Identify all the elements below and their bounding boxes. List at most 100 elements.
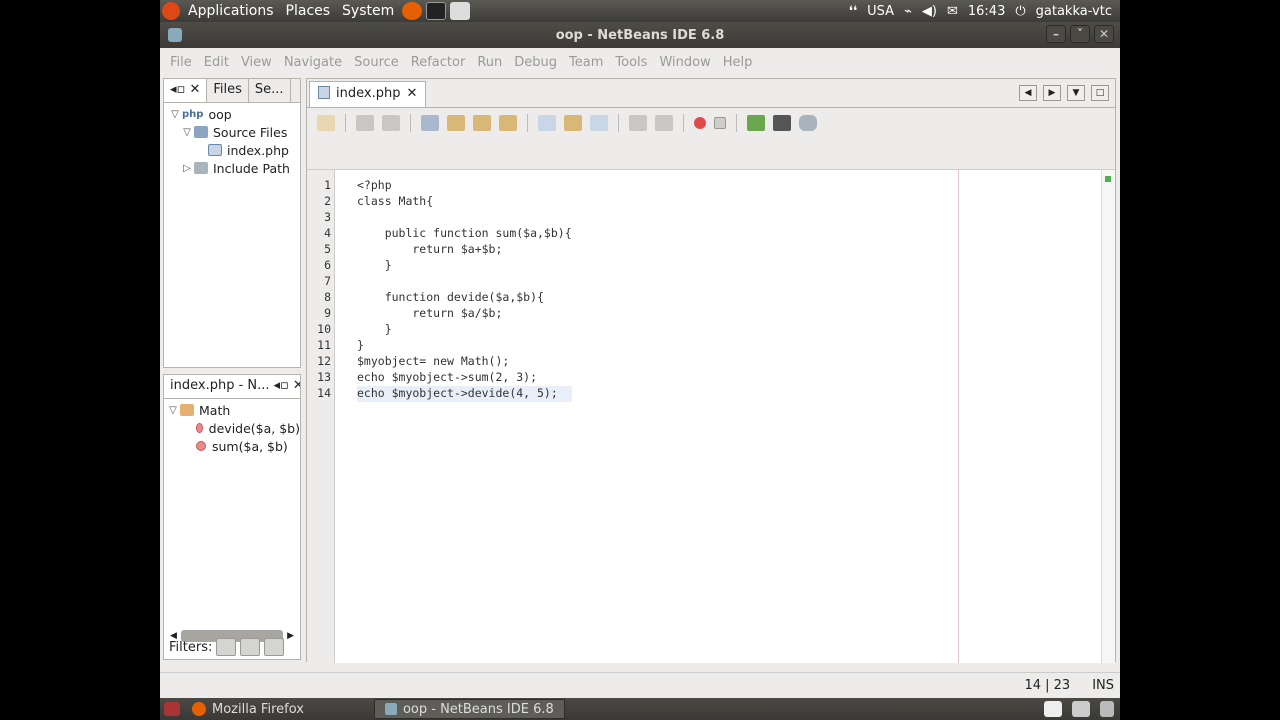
code-line[interactable] <box>357 274 572 290</box>
stop-macro-icon[interactable] <box>714 116 726 129</box>
comment-icon[interactable] <box>747 114 765 131</box>
code-line[interactable]: class Math{ <box>357 194 572 210</box>
code-line[interactable]: echo $myobject->devide(4, 5); <box>357 386 572 402</box>
menu-debug[interactable]: Debug <box>508 55 563 70</box>
close-tab-icon[interactable]: ✕ <box>406 86 417 107</box>
ubuntu-logo-icon[interactable] <box>162 2 180 20</box>
code-lines[interactable]: <?php class Math{ public function sum($a,… <box>357 178 572 402</box>
code-line[interactable]: public function sum($a,$b){ <box>357 226 572 242</box>
menu-view[interactable]: View <box>235 55 278 70</box>
expand-arrow-icon[interactable]: ▽ <box>166 405 180 416</box>
mail-icon[interactable]: ✉ <box>947 4 958 19</box>
code-line[interactable] <box>357 210 572 226</box>
start-macro-icon[interactable] <box>694 116 706 129</box>
clock[interactable]: 16:43 <box>968 4 1005 19</box>
uncomment-icon[interactable] <box>773 114 791 131</box>
code-line[interactable]: return $a/$b; <box>357 306 572 322</box>
text-editor-launcher-icon[interactable] <box>450 2 471 20</box>
show-opened-documents-icon[interactable]: ▼ <box>1067 85 1085 101</box>
tab-services[interactable]: Se... <box>249 79 291 102</box>
tree-item-method[interactable]: sum($a, $b) <box>166 437 300 455</box>
forward-icon[interactable] <box>382 114 400 131</box>
previous-bookmark-icon[interactable] <box>538 114 556 131</box>
pane-minimize-icon[interactable]: ◂▫ <box>170 82 185 97</box>
shift-left-icon[interactable] <box>629 114 647 131</box>
code-line[interactable]: } <box>357 258 572 274</box>
toggle-bookmark-icon[interactable] <box>590 114 608 131</box>
back-icon[interactable] <box>356 114 374 131</box>
filter-static-icon[interactable] <box>240 638 261 656</box>
tab-files[interactable]: Files <box>207 79 249 102</box>
filter-fields-icon[interactable] <box>216 638 237 656</box>
next-bookmark-icon[interactable] <box>564 114 582 131</box>
close-icon[interactable]: ✕ <box>189 82 200 97</box>
menu-window[interactable]: Window <box>653 55 716 70</box>
database-icon[interactable] <box>799 114 817 131</box>
maximize-button[interactable]: ˅ <box>1070 25 1090 43</box>
applications-menu[interactable]: Applications <box>182 3 280 19</box>
tree-item-class-math[interactable]: ▽ Math <box>166 401 300 419</box>
network-icon[interactable]: ⌁ <box>904 4 912 19</box>
tree-item-project[interactable]: ▽ php oop <box>168 105 298 123</box>
tree-item-include-path[interactable]: ▷ Include Path <box>168 159 298 177</box>
places-menu[interactable]: Places <box>280 3 337 19</box>
window-titlebar[interactable]: oop - NetBeans IDE 6.8 – ˅ ✕ <box>160 22 1120 48</box>
shift-right-icon[interactable] <box>655 114 673 131</box>
system-menu[interactable]: System <box>336 3 400 19</box>
find-selection-icon[interactable] <box>421 114 439 131</box>
tree-item-index-php[interactable]: index.php <box>168 141 298 159</box>
close-window-button[interactable]: ✕ <box>1094 25 1114 43</box>
minimize-button[interactable]: – <box>1046 25 1066 43</box>
code-line[interactable]: } <box>357 322 572 338</box>
volume-icon[interactable]: ◀) <box>922 4 937 19</box>
menu-refactor[interactable]: Refactor <box>405 55 472 70</box>
tree-item-method[interactable]: devide($a, $b) <box>166 419 300 437</box>
power-icon[interactable]: ⏻ <box>1015 4 1025 19</box>
menu-source[interactable]: Source <box>348 55 405 70</box>
scroll-tabs-left-icon[interactable]: ◀ <box>1019 85 1037 101</box>
scroll-tabs-right-icon[interactable]: ▶ <box>1043 85 1061 101</box>
expand-arrow-icon[interactable]: ▽ <box>180 127 194 138</box>
code-line[interactable]: function devide($a,$b){ <box>357 290 572 306</box>
menu-file[interactable]: File <box>164 55 198 70</box>
workspace-icon[interactable] <box>1044 701 1062 717</box>
menu-edit[interactable]: Edit <box>198 55 235 70</box>
task-firefox[interactable]: Mozilla Firefox <box>182 699 314 719</box>
trash-icon[interactable] <box>1100 701 1114 717</box>
code-line[interactable]: } <box>357 338 572 354</box>
expand-arrow-icon[interactable]: ▽ <box>168 109 182 120</box>
code-line[interactable]: echo $myobject->sum(2, 3); <box>357 370 572 386</box>
find-next-icon[interactable] <box>473 114 491 131</box>
code-line[interactable]: $myobject= new Math(); <box>357 354 572 370</box>
user-name[interactable]: gatakka-vtc <box>1036 4 1112 19</box>
collapse-arrow-icon[interactable]: ▷ <box>180 163 194 174</box>
terminal-launcher-icon[interactable] <box>426 2 447 20</box>
menu-run[interactable]: Run <box>471 55 508 70</box>
code-line[interactable]: <?php <box>357 178 572 194</box>
workspace-icon[interactable] <box>1072 701 1090 717</box>
tree-item-source-files[interactable]: ▽ Source Files <box>168 123 298 141</box>
line-number: 1 <box>324 178 331 192</box>
filter-nonpublic-icon[interactable] <box>264 638 285 656</box>
maximize-editor-icon[interactable]: □ <box>1091 85 1109 101</box>
menu-help[interactable]: Help <box>717 55 759 70</box>
show-desktop-icon[interactable] <box>164 702 180 716</box>
close-icon[interactable]: ✕ <box>293 378 300 395</box>
menu-team[interactable]: Team <box>563 55 609 70</box>
last-edit-icon[interactable] <box>317 114 335 131</box>
pane-minimize-icon[interactable]: ◂▫ <box>274 378 289 395</box>
projects-tab[interactable]: ◂▫ ✕ <box>164 79 208 102</box>
menu-tools[interactable]: Tools <box>609 55 653 70</box>
indicator-icon[interactable]: ❛❛ <box>849 4 857 19</box>
firefox-launcher-icon[interactable] <box>402 2 423 20</box>
task-netbeans[interactable]: oop - NetBeans IDE 6.8 <box>373 699 565 719</box>
keyboard-layout[interactable]: USA <box>867 4 894 19</box>
code-editor[interactable]: 1 2 3 4 5 6 7 8 9 10 11 12 13 14 <?php class Math{ pub… <box>307 169 1115 663</box>
code-line[interactable]: return $a+$b; <box>357 242 572 258</box>
editor-tab-index-php[interactable]: index.php ✕ <box>309 81 427 107</box>
toggle-highlight-icon[interactable] <box>499 114 517 131</box>
menu-navigate[interactable]: Navigate <box>278 55 348 70</box>
navigator-tab[interactable]: index.php - N... ◂▫ ✕ <box>164 375 300 398</box>
scroll-right-icon[interactable]: ▶ <box>287 631 294 641</box>
find-previous-icon[interactable] <box>447 114 465 131</box>
